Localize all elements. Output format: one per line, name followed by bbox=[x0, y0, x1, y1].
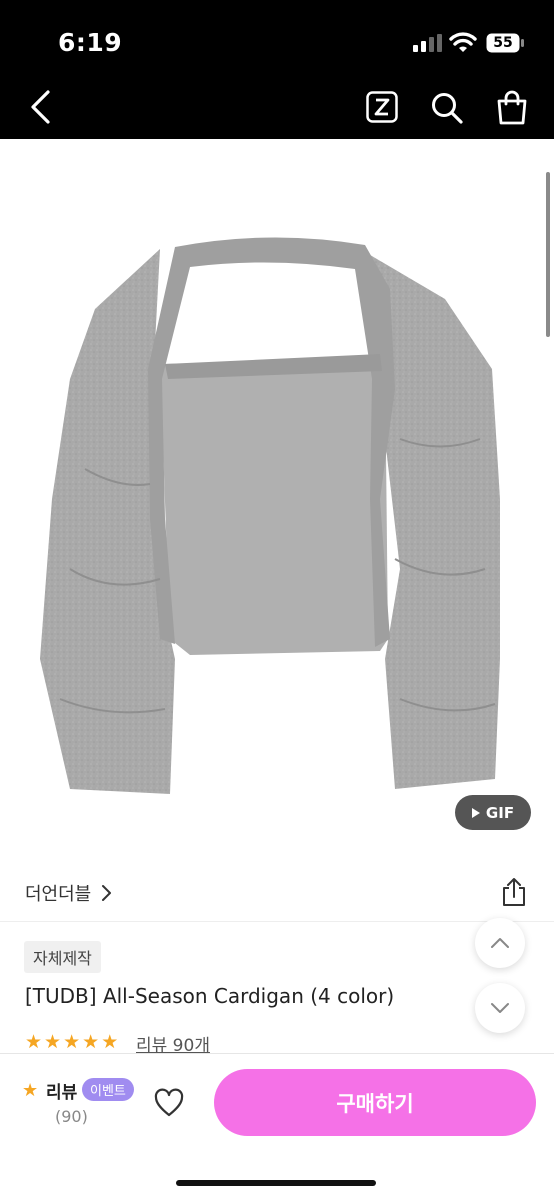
back-button[interactable] bbox=[24, 88, 58, 126]
shopping-bag-icon[interactable] bbox=[496, 89, 528, 125]
share-icon[interactable] bbox=[500, 877, 528, 907]
divider bbox=[0, 921, 554, 922]
play-icon bbox=[471, 807, 480, 818]
review-label[interactable]: 리뷰 bbox=[46, 1078, 77, 1103]
rating-stars: ★ ★ ★ ★ ★ bbox=[25, 1032, 118, 1053]
image-scroll-indicator bbox=[546, 172, 550, 337]
gif-label: GIF bbox=[485, 803, 515, 822]
star-icon: ★ bbox=[63, 1031, 81, 1053]
wifi-icon bbox=[449, 32, 477, 52]
brand-name: 더언더블 bbox=[25, 884, 92, 905]
product-image[interactable] bbox=[0, 139, 554, 855]
chevron-right-icon bbox=[102, 885, 112, 901]
product-tag: 자체제작 bbox=[24, 941, 101, 973]
z-icon[interactable] bbox=[366, 91, 398, 123]
scroll-down-button[interactable] bbox=[475, 983, 525, 1033]
star-icon: ★ bbox=[25, 1031, 43, 1053]
cellular-signal-icon bbox=[413, 34, 442, 52]
wishlist-heart-icon[interactable] bbox=[153, 1088, 185, 1118]
battery-level: 55 bbox=[493, 35, 513, 51]
cardigan-illustration bbox=[40, 237, 500, 794]
chevron-up-icon bbox=[491, 938, 509, 948]
search-icon[interactable] bbox=[430, 91, 464, 125]
home-indicator bbox=[176, 1180, 376, 1186]
review-count: (90) bbox=[55, 1107, 88, 1126]
event-badge: 이벤트 bbox=[82, 1078, 134, 1101]
star-icon: ★ bbox=[44, 1031, 62, 1053]
star-icon: ★ bbox=[82, 1031, 100, 1053]
buy-button[interactable]: 구매하기 bbox=[214, 1069, 536, 1136]
brand-link[interactable]: 더언더블 bbox=[25, 880, 113, 906]
top-bar: 6:19 55 bbox=[0, 0, 554, 139]
scroll-up-button[interactable] bbox=[475, 918, 525, 968]
status-time: 6:19 bbox=[58, 28, 123, 57]
chevron-down-icon bbox=[491, 1003, 509, 1013]
product-title: [TUDB] All-Season Cardigan (4 color) bbox=[25, 984, 395, 1008]
battery-icon: 55 bbox=[486, 33, 524, 53]
gif-button[interactable]: GIF bbox=[455, 795, 531, 830]
star-icon: ★ bbox=[101, 1031, 119, 1053]
star-icon: ★ bbox=[22, 1080, 39, 1101]
